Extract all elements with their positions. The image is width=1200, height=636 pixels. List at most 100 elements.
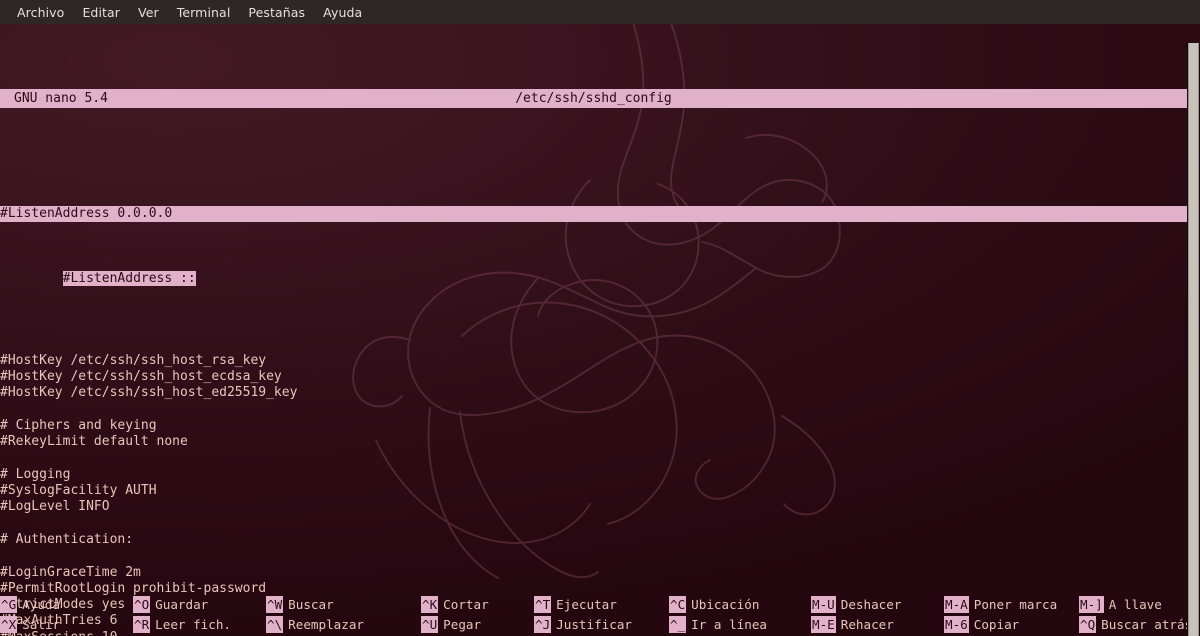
editor-line-marked[interactable]: #ListenAddress ::	[0, 255, 1200, 271]
editor-line-text: # Ciphers and keying	[0, 418, 157, 433]
editor-line-text	[0, 336, 8, 351]
help-shortcut-label: Leer fich.	[150, 616, 231, 633]
help-shortcut-key: ^K	[421, 596, 438, 613]
editor-line[interactable]: #LogLevel INFO	[0, 499, 1200, 515]
help-shortcut-key: ^U	[421, 616, 438, 633]
help-entry-salir[interactable]: ^XSalir	[0, 616, 133, 636]
editor-line-text: #LoginGraceTime 2m	[0, 565, 141, 580]
help-entry-ayuda[interactable]: ^GAyuda	[0, 596, 133, 616]
help-entry-guardar[interactable]: ^OGuardar	[133, 596, 266, 616]
editor-lines[interactable]: #HostKey /etc/ssh/ssh_host_rsa_key#HostK…	[0, 336, 1200, 636]
nano-filename: /etc/ssh/sshd_config	[0, 89, 1187, 108]
help-shortcut-key: M-A	[944, 596, 969, 613]
editor-line-text	[0, 402, 8, 417]
help-entry-a-llave[interactable]: M-]A llave	[1079, 596, 1200, 616]
help-entry-buscar-atr-s[interactable]: ^QBuscar atrás	[1079, 616, 1200, 636]
editor-line[interactable]	[0, 450, 1200, 466]
editor-line[interactable]	[0, 402, 1200, 418]
editor-line[interactable]: # Authentication:	[0, 532, 1200, 548]
help-shortcut-key: M-]	[1079, 596, 1104, 613]
help-entry-pegar[interactable]: ^UPegar	[421, 616, 534, 636]
help-shortcut-label: Salir	[17, 616, 60, 633]
help-shortcut-key: ^_	[669, 616, 686, 633]
editor-line[interactable]: #PermitRootLogin prohibit-password	[0, 581, 1200, 597]
help-shortcut-key: ^\	[266, 616, 283, 633]
editor-line[interactable]	[0, 516, 1200, 532]
editor-line-text: # Authentication:	[0, 532, 133, 547]
help-shortcut-key: ^X	[0, 616, 17, 633]
help-shortcut-key: ^W	[266, 596, 283, 613]
help-entry-buscar[interactable]: ^WBuscar	[266, 596, 421, 616]
help-shortcut-key: ^G	[0, 596, 17, 613]
help-row-top: ^GAyuda^OGuardar^WBuscar^KCortar^TEjecut…	[0, 596, 1200, 616]
help-shortcut-key: ^O	[133, 596, 150, 613]
help-shortcut-key: M-6	[944, 616, 969, 633]
nano-screen[interactable]: GNU nano 5.4 /etc/ssh/sshd_config #Liste…	[0, 24, 1200, 636]
editor-line-text: #SyslogFacility AUTH	[0, 483, 157, 498]
menu-pestanas[interactable]: Pestañas	[239, 3, 314, 22]
help-entry-deshacer[interactable]: M-UDeshacer	[811, 596, 944, 616]
help-entry-ejecutar[interactable]: ^TEjecutar	[534, 596, 669, 616]
help-shortcut-label: Ubicación	[686, 596, 759, 613]
editor-line-text	[0, 450, 8, 465]
editor-line-text: #LogLevel INFO	[0, 499, 110, 514]
editor-line[interactable]: #RekeyLimit default none	[0, 434, 1200, 450]
help-entry-copiar[interactable]: M-6Copiar	[944, 616, 1079, 636]
help-shortcut-label: Deshacer	[836, 596, 902, 613]
help-entry-ir-a-l-nea[interactable]: ^_Ir a línea	[669, 616, 811, 636]
editor-line-text: #HostKey /etc/ssh/ssh_host_ed25519_key	[0, 385, 297, 400]
editor-line-text: #RekeyLimit default none	[0, 434, 188, 449]
help-entry-cortar[interactable]: ^KCortar	[421, 596, 534, 616]
help-shortcut-label: Buscar atrás	[1096, 616, 1192, 633]
vertical-scrollbar-thumb[interactable]	[1188, 43, 1199, 636]
help-entry-poner-marca[interactable]: M-APoner marca	[944, 596, 1079, 616]
terminal-window: Archivo Editar Ver Terminal Pestañas Ayu…	[0, 0, 1200, 636]
help-shortcut-key: ^J	[534, 616, 551, 633]
vertical-scrollbar-track[interactable]	[1187, 43, 1200, 636]
help-entry-rehacer[interactable]: M-ERehacer	[811, 616, 944, 636]
menu-archivo[interactable]: Archivo	[8, 3, 73, 22]
help-shortcut-label: Ayuda	[17, 596, 60, 613]
help-shortcut-label: Ejecutar	[551, 596, 617, 613]
editor-line[interactable]: #HostKey /etc/ssh/ssh_host_ed25519_key	[0, 385, 1200, 401]
menu-ayuda[interactable]: Ayuda	[314, 3, 371, 22]
editor-line-marked[interactable]: #ListenAddress 0.0.0.0	[0, 173, 1200, 189]
help-shortcut-label: Buscar	[283, 596, 334, 613]
help-entry-reemplazar[interactable]: ^\Reemplazar	[266, 616, 421, 636]
help-shortcut-key: M-U	[811, 596, 836, 613]
help-shortcut-label: Ir a línea	[686, 616, 767, 633]
editor-line[interactable]: #SyslogFacility AUTH	[0, 483, 1200, 499]
menu-ver[interactable]: Ver	[129, 3, 168, 22]
help-shortcut-key: ^C	[669, 596, 686, 613]
help-entry-ubicaci-n[interactable]: ^CUbicación	[669, 596, 811, 616]
editor-line-text: # Logging	[0, 467, 70, 482]
editor-line[interactable]: # Ciphers and keying	[0, 418, 1200, 434]
editor-line-text: #PermitRootLogin prohibit-password	[0, 581, 266, 596]
help-shortcut-key: ^Q	[1079, 616, 1096, 633]
editor-line[interactable]: # Logging	[0, 467, 1200, 483]
help-entry-leer-fich[interactable]: ^RLeer fich.	[133, 616, 266, 636]
help-shortcut-key: M-E	[811, 616, 836, 633]
editor-line-text	[0, 516, 8, 531]
menu-terminal[interactable]: Terminal	[168, 3, 240, 22]
help-shortcut-label: Pegar	[438, 616, 481, 633]
terminal-canvas[interactable]: GNU nano 5.4 /etc/ssh/sshd_config #Liste…	[0, 24, 1200, 636]
editor-line-text: #HostKey /etc/ssh/ssh_host_rsa_key	[0, 353, 266, 368]
editor-line[interactable]	[0, 548, 1200, 564]
marked-text: #ListenAddress ::	[63, 271, 196, 286]
help-entry-justificar[interactable]: ^JJustificar	[534, 616, 669, 636]
editor-line[interactable]: #LoginGraceTime 2m	[0, 565, 1200, 581]
help-shortcut-label: Justificar	[551, 616, 632, 633]
help-shortcut-label: Reemplazar	[283, 616, 364, 633]
help-shortcut-key: ^R	[133, 616, 150, 633]
editor-line[interactable]	[0, 336, 1200, 352]
nano-titlebar: GNU nano 5.4 /etc/ssh/sshd_config	[0, 89, 1187, 108]
help-shortcut-label: Guardar	[150, 596, 208, 613]
editor-line[interactable]: #HostKey /etc/ssh/ssh_host_rsa_key	[0, 353, 1200, 369]
menu-editar[interactable]: Editar	[73, 3, 129, 22]
marked-text: #ListenAddress 0.0.0.0	[0, 206, 1187, 222]
editor-line[interactable]: #HostKey /etc/ssh/ssh_host_ecdsa_key	[0, 369, 1200, 385]
help-shortcut-key: ^T	[534, 596, 551, 613]
help-shortcut-label: Poner marca	[969, 596, 1057, 613]
menubar: Archivo Editar Ver Terminal Pestañas Ayu…	[0, 0, 1200, 24]
